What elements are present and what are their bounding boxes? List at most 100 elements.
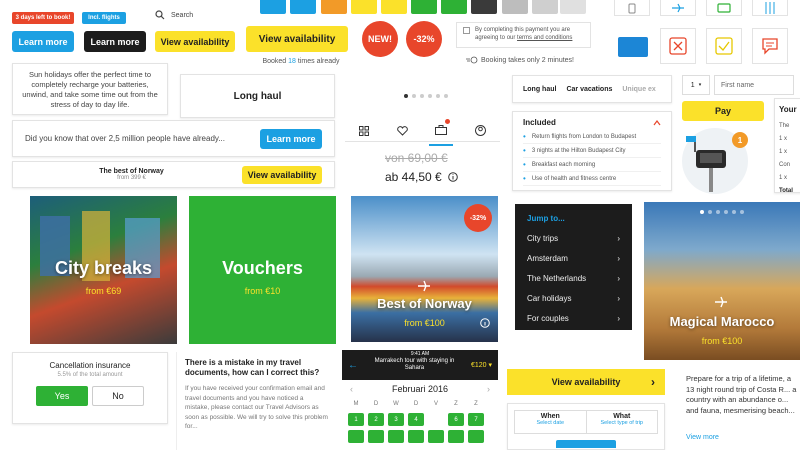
included-item: 3 nights at the Hilton Budapest City [523, 144, 661, 158]
info-icon[interactable] [480, 318, 490, 328]
marocco-price: from €100 [701, 336, 743, 346]
jump-item-netherlands[interactable]: The Netherlands › [515, 268, 632, 288]
calendar-month: Februari 2016 [391, 384, 449, 394]
city-breaks-tile[interactable]: City breaks from €69 [30, 196, 177, 344]
vouchers-price: from €10 [244, 286, 281, 296]
terms-link[interactable]: terms and conditions [517, 35, 572, 41]
sliders-tile[interactable] [752, 0, 788, 16]
jump-item-amsterdam[interactable]: Amsterdam › [515, 248, 632, 268]
chat-tile[interactable] [752, 28, 788, 64]
back-arrow-icon[interactable]: ← [348, 360, 358, 371]
tab-long-haul[interactable]: Long haul [523, 86, 556, 93]
old-price: von 69,00 € [385, 151, 448, 165]
chevron-right-icon: › [617, 233, 620, 243]
luggage-icon [628, 3, 636, 13]
user-icon[interactable] [475, 125, 487, 136]
calendar-day[interactable]: 1 [348, 413, 364, 426]
vouchers-tile[interactable]: Vouchers from €10 [189, 196, 336, 344]
pay-button[interactable]: Pay [682, 101, 764, 121]
card-tile[interactable] [706, 0, 742, 16]
calendar-day[interactable]: 2 [368, 413, 384, 426]
chat-icon [762, 38, 778, 55]
search-icon [155, 10, 165, 20]
first-name-field[interactable]: First name [714, 75, 794, 95]
marocco-carousel-dots[interactable] [700, 210, 744, 214]
when-field[interactable]: When Select date [515, 411, 587, 433]
swatch-grey-1 [502, 0, 528, 14]
weekday: D [413, 400, 419, 407]
long-haul-card[interactable]: Long haul [180, 74, 335, 118]
chevron-left-icon[interactable]: ‹ [350, 384, 353, 394]
phone-price[interactable]: €120 ▾ [471, 361, 492, 369]
chevron-up-icon[interactable] [653, 119, 661, 126]
what-field[interactable]: What Select type of trip [587, 411, 658, 433]
heart-icon[interactable] [396, 125, 408, 136]
norway-tile[interactable]: -32% Best of Norway from €100 [351, 196, 498, 342]
calendar-day[interactable]: 4 [408, 413, 424, 426]
plane-tile[interactable] [660, 0, 696, 16]
jump-item-city-trips[interactable]: City trips › [515, 228, 632, 248]
close-tile[interactable] [660, 28, 696, 64]
weekday: Z [474, 400, 478, 407]
chevron-right-icon[interactable]: › [487, 384, 490, 394]
summary-line: The [779, 123, 790, 129]
search-box[interactable]: Search [155, 6, 235, 24]
phone-header: 9:41 AM ← Marrakech tour with staying in… [342, 350, 498, 380]
plane-icon [418, 280, 430, 292]
jump-item-couples[interactable]: For couples › [515, 308, 632, 328]
search-widget: When Select date What Select type of tri… [507, 403, 665, 450]
terms-checkbox[interactable] [463, 27, 470, 34]
marocco-title: Magical Marocco [669, 314, 775, 329]
swatch-green-1 [411, 0, 437, 14]
weekday: Z [454, 400, 458, 407]
vouchers-title: Vouchers [222, 258, 303, 278]
search-placeholder: Search [171, 11, 194, 19]
phone-route: Marrakech tour with staying in Sahara [374, 358, 455, 371]
swatch-green-2 [441, 0, 467, 14]
view-availability-wide-button[interactable]: View availability › [507, 369, 665, 395]
view-availability-big-button[interactable]: View availability [246, 26, 348, 52]
suitcase-nav-item[interactable] [429, 118, 454, 146]
learn-more-button[interactable]: Learn more [12, 31, 74, 52]
tab-bar: Long haul Car vacations Unique ex [512, 75, 672, 103]
carousel-dots[interactable] [404, 94, 448, 98]
calendar-day [428, 413, 444, 426]
swatch-blue-2 [290, 0, 316, 14]
swatch-yellow-2 [381, 0, 407, 14]
credit-card-icon [717, 2, 731, 13]
tab-car-vacations[interactable]: Car vacations [566, 86, 612, 93]
calendar-day[interactable]: 6 [448, 413, 464, 426]
insurance-no-button[interactable]: No [92, 386, 144, 406]
checkbox-checked-icon [715, 37, 733, 55]
view-more-link[interactable]: View more [686, 434, 719, 441]
summary-card-edge: Your The 1 x 1 x Con 1 x Total [774, 98, 800, 193]
calendar-day[interactable]: 3 [388, 413, 404, 426]
grid-icon[interactable] [358, 125, 369, 136]
did-you-know-learn-more-button[interactable]: Learn more [260, 128, 322, 149]
marocco-tile[interactable]: Magical Marocco from €100 [644, 202, 800, 360]
learn-more-dark-button[interactable]: Learn more [84, 31, 146, 52]
calendar: ‹ Februari 2016 › M D W D V Z Z 1 2 3 4 … [342, 384, 498, 450]
luggage-tile[interactable] [614, 0, 650, 16]
included-item: Return flights from London to Budapest [523, 130, 661, 144]
view-availability-button[interactable]: View availability [155, 31, 235, 52]
tab-unique[interactable]: Unique ex [622, 86, 655, 93]
swatch-dark [471, 0, 497, 14]
norway-strip-view-button[interactable]: View availability [242, 165, 322, 184]
included-item: Use of health and fitness centre [523, 172, 661, 186]
summary-line: Con [779, 162, 791, 168]
calendar-day[interactable]: 7 [468, 413, 484, 426]
payment-note: By completing this payment you are agree… [456, 22, 591, 48]
insurance-yes-button[interactable]: Yes [36, 386, 88, 406]
jump-item-car-holidays[interactable]: Car holidays › [515, 288, 632, 308]
check-tile[interactable] [706, 28, 742, 64]
quantity-select[interactable]: 1 ▾ [682, 75, 710, 95]
faq-card: There is a mistake in my travel document… [176, 352, 336, 450]
weekday: D [373, 400, 379, 407]
info-icon[interactable] [447, 172, 458, 182]
clock-fast-icon [466, 56, 478, 64]
search-submit-button[interactable] [556, 440, 616, 448]
did-you-know-text: Did you know that over 2,5 million peopl… [25, 134, 225, 143]
icon-nav-bar [345, 118, 500, 146]
discount-badge: -32% [406, 21, 442, 57]
